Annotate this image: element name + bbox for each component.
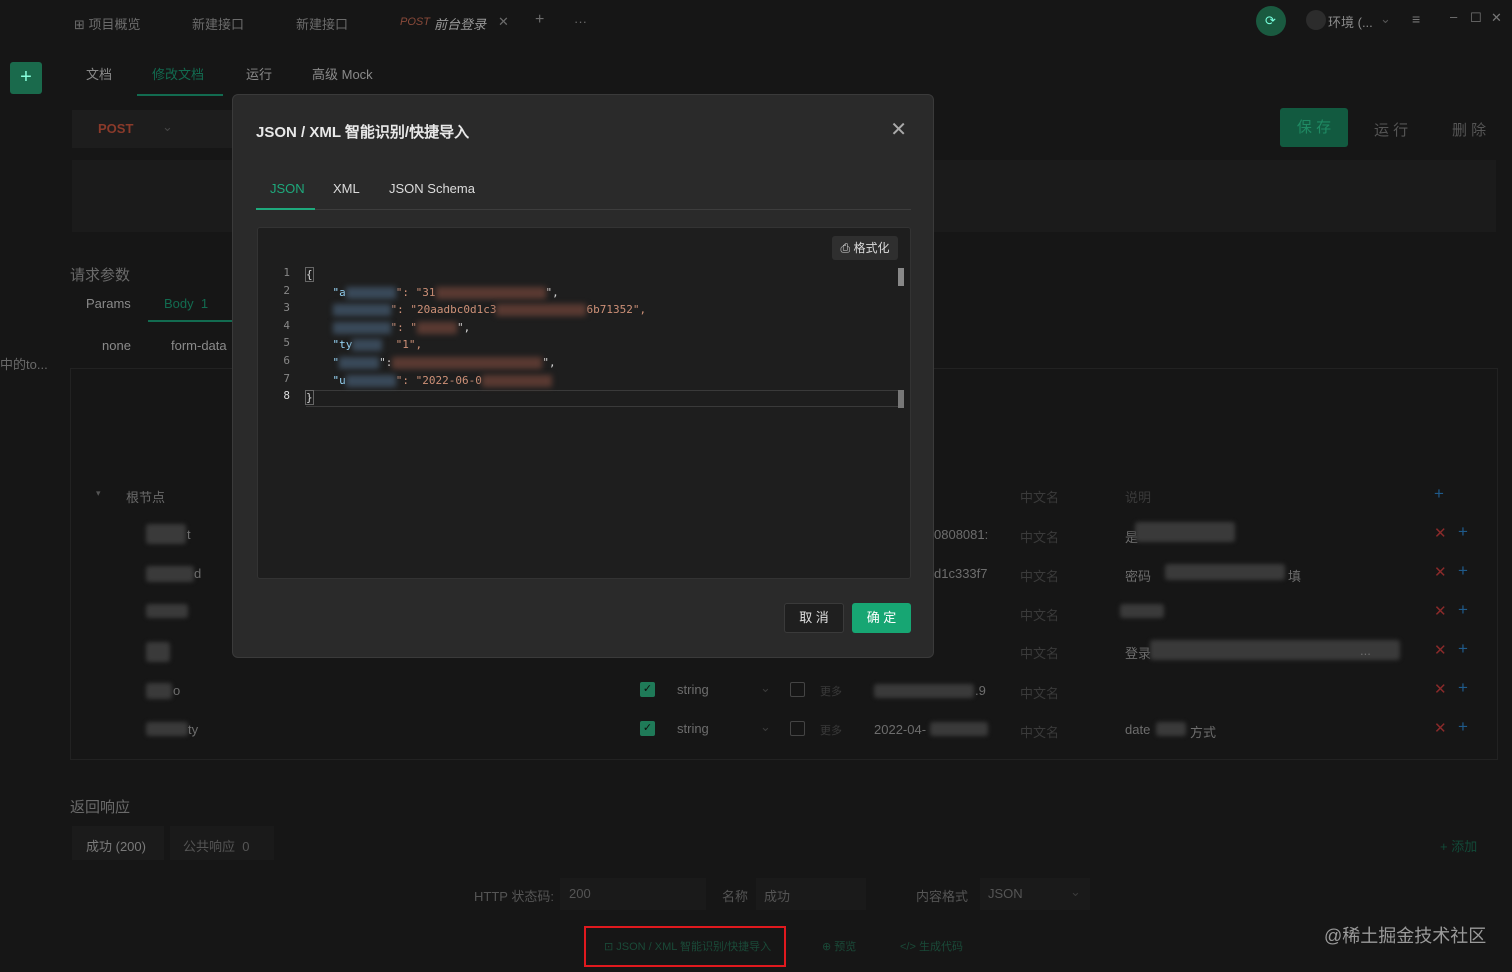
line-number: 4 <box>283 318 290 332</box>
modal-title: JSON / XML 智能识别/快捷导入 <box>256 124 470 141</box>
code-key: " <box>332 355 340 369</box>
modal-tab-xml[interactable]: XML <box>333 181 360 196</box>
code-line: "u ": "2022-06-0 <box>306 372 906 390</box>
code-tail: 6b71352", <box>586 303 647 317</box>
cancel-button[interactable]: 取 消 <box>784 603 844 633</box>
code-key: "ty <box>332 338 353 352</box>
code-line: ": " ", <box>306 319 906 337</box>
line-number: 5 <box>283 336 290 350</box>
import-modal: JSON / XML 智能识别/快捷导入 ✕ JSON XML JSON Sch… <box>232 94 934 658</box>
code-line: "ty "1", <box>306 336 906 354</box>
line-number: 3 <box>283 301 290 315</box>
code-value: ": " <box>390 320 418 334</box>
code-key: "a <box>332 285 346 299</box>
code-editor[interactable]: ⎙ 格式化 1 2 3 4 5 6 7 8 { "a ": "31 ", ": "2… <box>257 227 911 579</box>
code-text: } <box>305 390 314 406</box>
code-value: ": "20aadbc0d1c3 <box>390 303 497 317</box>
format-label: 格式化 <box>853 241 890 255</box>
line-number: 7 <box>283 371 290 385</box>
tab-divider <box>256 209 911 210</box>
code-line: ": "20aadbc0d1c3 6b71352", <box>306 301 906 319</box>
code-line: } <box>305 389 906 407</box>
code-value: "1", <box>382 338 423 352</box>
close-icon[interactable]: ✕ <box>890 117 907 142</box>
modal-tab-json-schema[interactable]: JSON Schema <box>389 181 475 196</box>
line-number: 2 <box>283 283 290 297</box>
line-number: 1 <box>283 266 290 279</box>
code-text: { <box>305 267 314 282</box>
line-number: 6 <box>283 353 290 367</box>
line-gutter: 1 2 3 4 5 6 7 8 <box>258 266 298 407</box>
code-tail: ", <box>457 320 471 334</box>
code-value: ": "31 <box>395 285 436 299</box>
code-value: ": "2022-06-0 <box>395 373 482 387</box>
code-line: "a ": "31 ", <box>306 284 906 302</box>
confirm-button[interactable]: 确 定 <box>852 603 911 633</box>
modal-tab-json[interactable]: JSON <box>270 181 305 196</box>
line-number: 8 <box>283 389 290 403</box>
format-icon: ⎙ <box>840 241 851 255</box>
code-tail: ", <box>545 285 559 299</box>
code-content: { "a ": "31 ", ": "20aadbc0d1c3 6b71352", "… <box>305 266 906 407</box>
format-button[interactable]: ⎙ 格式化 <box>832 236 898 260</box>
code-line: { <box>305 266 906 284</box>
code-line: " ": ", <box>306 354 906 372</box>
code-tail: ", <box>542 355 556 369</box>
active-tab-indicator <box>256 208 315 210</box>
code-key: "u <box>332 373 346 387</box>
code-value: ": <box>379 355 393 369</box>
